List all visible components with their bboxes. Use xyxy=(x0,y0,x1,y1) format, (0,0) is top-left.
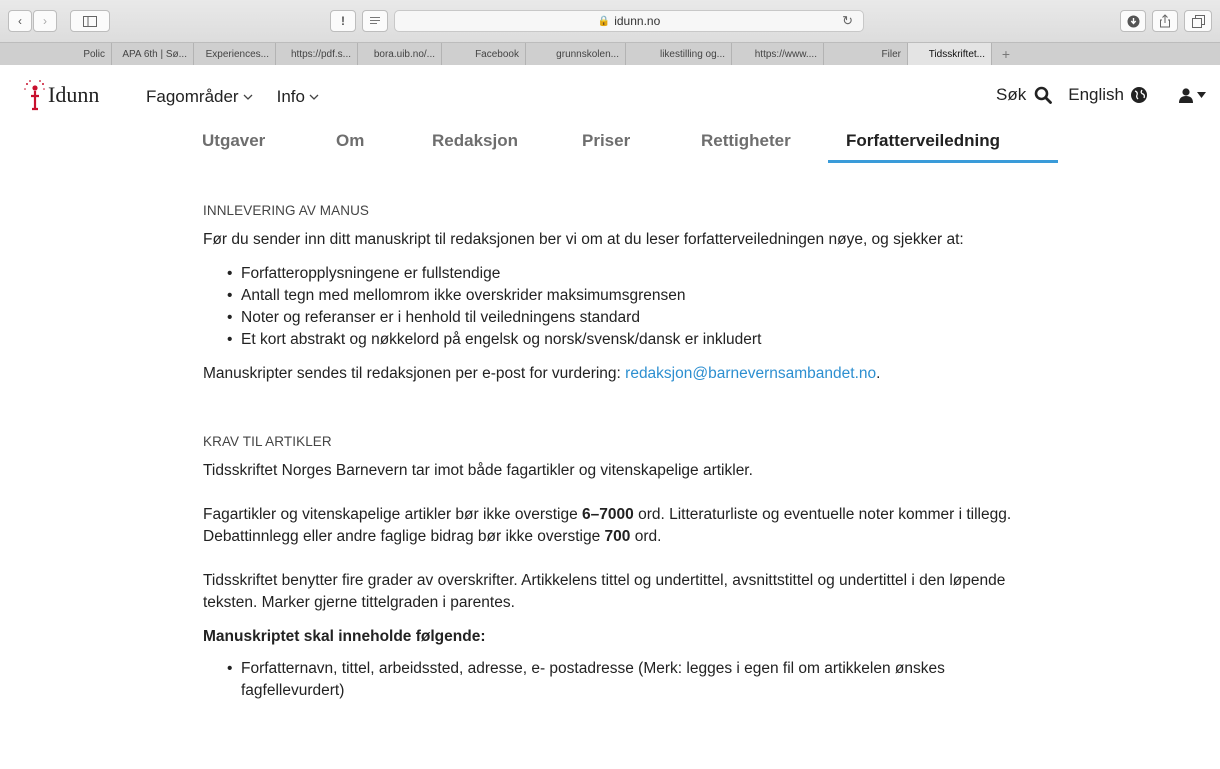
forward-button[interactable]: › xyxy=(33,10,57,32)
journal-subnav: Utgaver Om Redaksjon Priser Rettigheter … xyxy=(170,125,1058,163)
user-menu-button[interactable] xyxy=(1178,87,1206,103)
globe-icon[interactable] xyxy=(1130,86,1148,104)
idunn-logo-icon xyxy=(24,80,45,111)
list-item: Forfatternavn, tittel, arbeidssted, adre… xyxy=(227,658,1023,702)
paragraph: Før du sender inn ditt manuskript til re… xyxy=(203,231,964,248)
list-item: Noter og referanser er i henhold til vei… xyxy=(227,307,1023,329)
browser-tab[interactable]: APA 6th | Sø... xyxy=(112,43,194,65)
tab-rettigheter[interactable]: Rettigheter xyxy=(701,131,791,151)
browser-tab[interactable]: https://www.... xyxy=(732,43,824,65)
browser-chrome: ‹ › ! 🔒 idunn.no ↻ Polic APA 6th | Sø...… xyxy=(0,0,1220,65)
browser-tab[interactable]: likestilling og... xyxy=(626,43,732,65)
browser-toolbar: ‹ › ! 🔒 idunn.no ↻ xyxy=(0,0,1220,42)
tabs-icon xyxy=(1191,14,1205,28)
sidebar-icon xyxy=(83,15,97,27)
list-item: Et kort abstrakt og nøkkelord på engelsk… xyxy=(227,329,1023,351)
checklist: Forfatteropplysningene er fullstendige A… xyxy=(227,263,1023,351)
back-button[interactable]: ‹ xyxy=(8,10,32,32)
reader-lines-icon xyxy=(370,17,380,24)
language-toggle[interactable]: English xyxy=(1068,85,1124,105)
reader-mode-button[interactable] xyxy=(362,10,388,32)
word-limit-paragraph: Fagartikler og vitenskapelige artikler b… xyxy=(203,506,1012,545)
tab-forfatterveiledning[interactable]: Forfatterveiledning xyxy=(846,131,1000,151)
browser-tab[interactable]: bora.uib.no/... xyxy=(358,43,442,65)
list-item: Antall tegn med mellomrom ikke overskrid… xyxy=(227,285,1023,307)
main-content: INNLEVERING AV MANUS Før du sender inn d… xyxy=(203,200,1023,714)
nav-info[interactable]: Info xyxy=(277,87,319,107)
new-tab-button[interactable]: + xyxy=(992,43,1020,65)
requirements-list: Forfatternavn, tittel, arbeidssted, adre… xyxy=(227,658,1023,702)
browser-tab[interactable]: Experiences... xyxy=(194,43,276,65)
lock-icon: 🔒 xyxy=(597,15,611,27)
submission-paragraph: Manuskripter sendes til redaksjonen per … xyxy=(203,365,881,382)
downloads-button[interactable] xyxy=(1120,10,1146,32)
tabs-overview-button[interactable] xyxy=(1184,10,1212,32)
tab-redaksjon[interactable]: Redaksjon xyxy=(432,131,518,151)
paragraph: Tidsskriftet benytter fire grader av ove… xyxy=(203,572,1006,611)
reader-warning-button[interactable]: ! xyxy=(330,10,356,32)
browser-tab[interactable]: Polic xyxy=(0,43,112,65)
browser-tab-active[interactable]: Tidsskriftet... xyxy=(908,43,992,65)
email-link[interactable]: redaksjon@barnevernsambandet.no xyxy=(625,365,876,382)
browser-tab[interactable]: https://pdf.s... xyxy=(276,43,358,65)
address-bar[interactable]: 🔒 idunn.no ↻ xyxy=(394,10,864,32)
share-button[interactable] xyxy=(1152,10,1178,32)
caret-down-icon xyxy=(1197,92,1206,98)
browser-tab[interactable]: grunnskolen... xyxy=(526,43,626,65)
subheading: Manuskriptet skal inneholde følgende: xyxy=(203,628,486,645)
tab-utgaver[interactable]: Utgaver xyxy=(202,131,265,151)
section-heading: KRAV TIL ARTIKLER xyxy=(203,434,332,449)
list-item: Forfatteropplysningene er fullstendige xyxy=(227,263,1023,285)
search-icon[interactable] xyxy=(1034,86,1053,104)
site-logo[interactable]: Idunn xyxy=(22,79,99,111)
site-header: Idunn Fagområder Info Søk English xyxy=(0,65,1220,125)
chevron-down-icon xyxy=(309,94,319,100)
active-tab-indicator xyxy=(828,160,1058,163)
sidebar-toggle-button[interactable] xyxy=(70,10,110,32)
main-nav: Fagområder Info xyxy=(146,87,319,107)
header-actions: Søk English xyxy=(996,85,1206,105)
reload-icon[interactable]: ↻ xyxy=(842,13,853,29)
download-icon xyxy=(1127,15,1139,27)
user-icon xyxy=(1179,88,1193,103)
share-icon xyxy=(1160,14,1170,28)
address-url: idunn.no xyxy=(614,14,661,28)
chevron-down-icon xyxy=(243,94,253,100)
logo-text: Idunn xyxy=(48,82,100,107)
tab-priser[interactable]: Priser xyxy=(582,131,630,151)
alert-icon: ! xyxy=(341,14,345,28)
section-heading: INNLEVERING AV MANUS xyxy=(203,203,370,218)
tab-bar: Polic APA 6th | Sø... Experiences... htt… xyxy=(0,42,1220,65)
browser-tab[interactable]: Facebook xyxy=(442,43,526,65)
browser-tab[interactable]: Filer xyxy=(824,43,908,65)
tab-om[interactable]: Om xyxy=(336,131,364,151)
paragraph: Tidsskriftet Norges Barnevern tar imot b… xyxy=(203,462,753,479)
nav-fagomrader[interactable]: Fagområder xyxy=(146,87,253,107)
search-label[interactable]: Søk xyxy=(996,85,1026,105)
